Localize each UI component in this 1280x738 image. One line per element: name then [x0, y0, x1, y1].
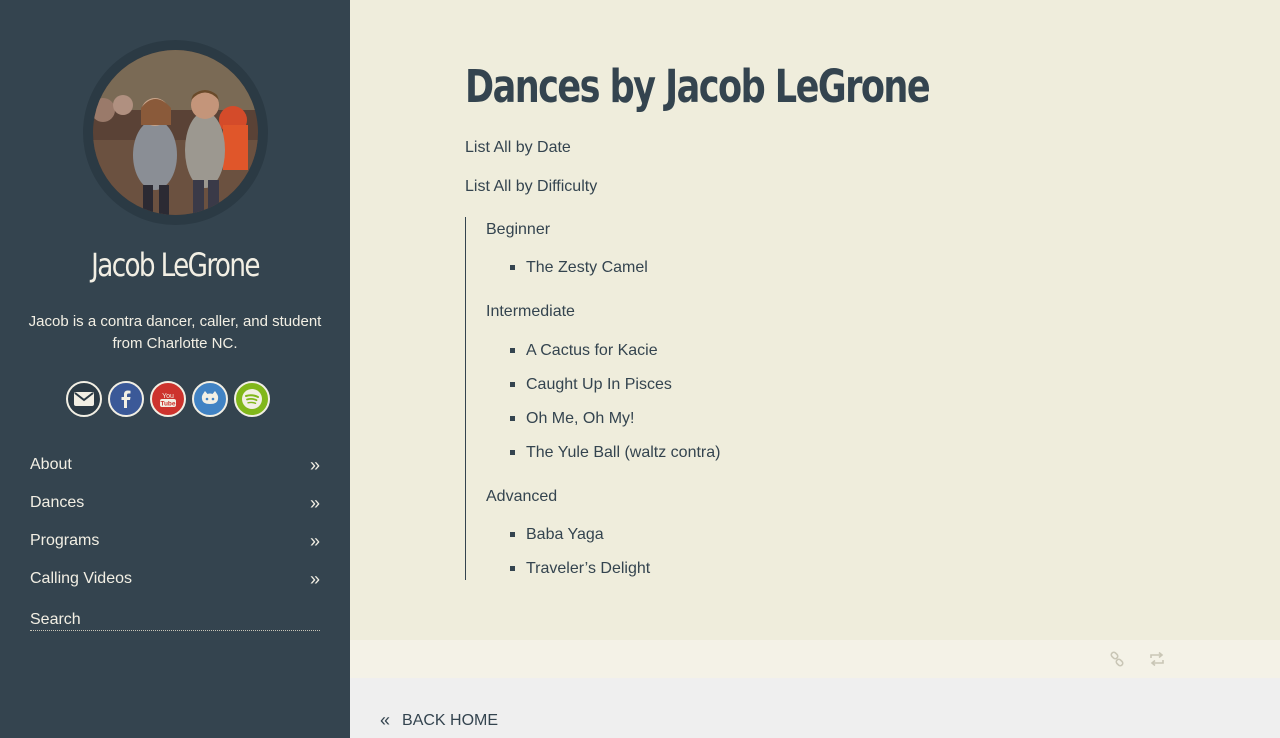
double-chevron-right-icon: » — [309, 568, 320, 589]
sidebar-nav: About » Dances » Programs » Calling Vide… — [30, 446, 320, 598]
social-links: You Tube — [66, 381, 270, 417]
sidebar-item-calling-videos[interactable]: Calling Videos » — [30, 560, 320, 598]
avatar[interactable] — [93, 50, 258, 215]
group-heading-advanced: Advanced — [486, 488, 558, 505]
difficulty-list: Beginner The Zesty Camel Intermediate A … — [465, 217, 865, 580]
page-title: Dances by Jacob LeGrone — [465, 60, 931, 113]
search-input[interactable] — [30, 609, 320, 631]
list-by-date-link[interactable]: List All by Date — [465, 139, 571, 157]
link-icon[interactable] — [1108, 650, 1126, 668]
retweet-icon[interactable] — [1148, 650, 1166, 668]
share-bar — [350, 640, 1280, 678]
double-chevron-right-icon: » — [309, 492, 320, 513]
author-name: Jacob LeGrone — [91, 246, 260, 284]
bullet — [510, 348, 515, 353]
sidebar-item-dances[interactable]: Dances » — [30, 484, 320, 522]
bullet — [510, 416, 515, 421]
github-link[interactable] — [192, 381, 228, 417]
double-chevron-left-icon: « — [380, 710, 391, 730]
back-home-label: BACK HOME — [402, 711, 499, 729]
bullet — [510, 265, 515, 270]
github-icon — [201, 391, 219, 404]
email-link[interactable] — [66, 381, 102, 417]
footer: « BACK HOME — [350, 678, 1280, 738]
double-chevron-right-icon: » — [309, 454, 320, 475]
dance-link[interactable]: Traveler’s Delight — [526, 560, 650, 578]
avatar-ring — [83, 40, 268, 225]
sidebar-item-label: Dances — [30, 494, 85, 511]
bullet — [510, 382, 515, 387]
main-content: Dances by Jacob LeGrone List All by Date… — [350, 0, 1280, 640]
double-chevron-right-icon: » — [309, 530, 320, 551]
bullet — [510, 450, 515, 455]
svg-text:Tube: Tube — [160, 401, 175, 408]
sidebar-item-label: About — [30, 456, 72, 473]
dance-link[interactable]: The Zesty Camel — [526, 259, 648, 277]
spotify-link[interactable] — [234, 381, 270, 417]
bullet — [510, 566, 515, 571]
youtube-icon: You Tube — [160, 393, 176, 408]
sidebar: Jacob LeGrone Jacob is a contra dancer, … — [0, 0, 350, 738]
dance-link[interactable]: A Cactus for Kacie — [526, 342, 658, 360]
author-bio: Jacob is a contra dancer, caller, and st… — [28, 313, 322, 352]
youtube-link[interactable]: You Tube — [150, 381, 186, 417]
envelope-icon — [74, 392, 94, 406]
sidebar-item-label: Calling Videos — [30, 570, 132, 587]
dance-link[interactable]: Oh Me, Oh My! — [526, 410, 634, 428]
sidebar-item-label: Programs — [30, 532, 100, 549]
group-heading-intermediate: Intermediate — [486, 303, 575, 320]
facebook-link[interactable] — [108, 381, 144, 417]
dance-link[interactable]: The Yule Ball (waltz contra) — [526, 444, 720, 462]
group-heading-beginner: Beginner — [486, 221, 551, 238]
spotify-icon — [242, 389, 262, 409]
dance-link[interactable]: Baba Yaga — [526, 526, 604, 544]
sidebar-item-about[interactable]: About » — [30, 446, 320, 484]
sidebar-item-programs[interactable]: Programs » — [30, 522, 320, 560]
bullet — [510, 532, 515, 537]
dance-link[interactable]: Caught Up In Pisces — [526, 376, 672, 394]
svg-text:You: You — [162, 393, 174, 400]
back-home-link[interactable]: « BACK HOME — [380, 710, 498, 731]
facebook-icon — [121, 390, 131, 408]
list-by-difficulty-link[interactable]: List All by Difficulty — [465, 178, 597, 196]
